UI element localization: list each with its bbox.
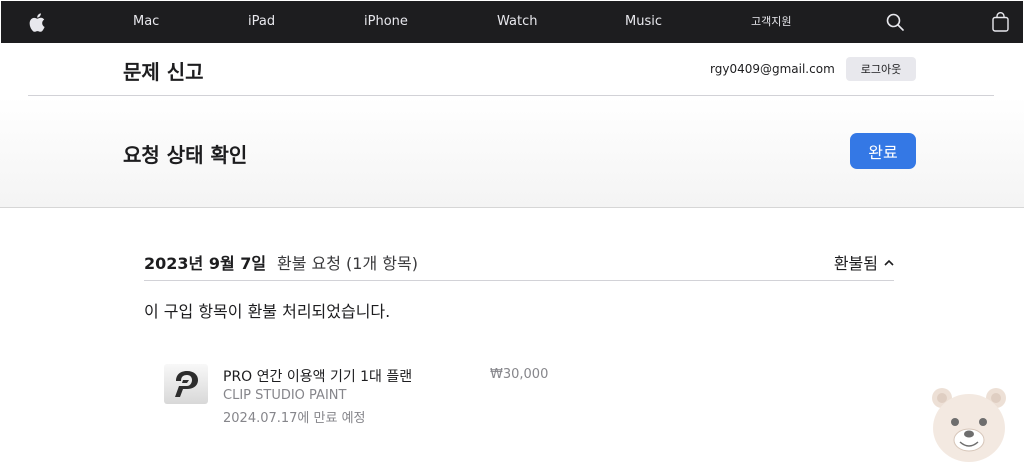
order-date: 2023년 9월 7일 bbox=[144, 254, 267, 273]
nav-item-iphone[interactable]: iPhone bbox=[364, 1, 408, 43]
request-status-section: 요청 상태 확인 완료 bbox=[0, 97, 1024, 208]
shopping-bag-icon[interactable] bbox=[990, 1, 1010, 43]
request-status-title: 요청 상태 확인 bbox=[123, 143, 248, 167]
item-price: ₩30,000 bbox=[490, 367, 549, 382]
apple-logo-icon[interactable] bbox=[27, 1, 47, 43]
order-header: 2023년 9월 7일 환불 요청 (1개 항목) 환불됨 bbox=[144, 240, 894, 281]
order-type: 환불 요청 (1개 항목) bbox=[277, 254, 418, 273]
search-icon[interactable] bbox=[884, 1, 906, 43]
chevron-up-icon bbox=[884, 259, 894, 266]
item-name: PRO 연간 이용액 기기 1대 플랜 bbox=[223, 369, 413, 385]
nav-item-support[interactable]: 고객지원 bbox=[751, 1, 791, 43]
global-nav-bar: Mac iPad iPhone Watch Music 고객지원 bbox=[1, 1, 1023, 43]
bear-mascot-watermark bbox=[932, 388, 1006, 462]
user-email: rgy0409@gmail.com bbox=[710, 62, 835, 76]
clip-studio-app-icon bbox=[164, 364, 208, 404]
nav-item-watch[interactable]: Watch bbox=[497, 1, 537, 43]
refund-message: 이 구입 항목이 환불 처리되었습니다. bbox=[144, 302, 391, 321]
nav-item-ipad[interactable]: iPad bbox=[248, 1, 275, 43]
item-expiry: 2024.07.17에 만료 예정 bbox=[223, 411, 366, 426]
subheader: 문제 신고 rgy0409@gmail.com 로그아웃 bbox=[28, 43, 994, 96]
page-title: 문제 신고 bbox=[123, 60, 204, 84]
order-status-label: 환불됨 bbox=[833, 254, 878, 273]
nav-item-music[interactable]: Music bbox=[625, 1, 662, 43]
nav-item-mac[interactable]: Mac bbox=[133, 1, 159, 43]
done-button[interactable]: 완료 bbox=[850, 133, 916, 169]
item-developer: CLIP STUDIO PAINT bbox=[223, 388, 347, 403]
order-status-toggle[interactable]: 환불됨 bbox=[834, 250, 894, 274]
logout-button[interactable]: 로그아웃 bbox=[846, 57, 916, 81]
